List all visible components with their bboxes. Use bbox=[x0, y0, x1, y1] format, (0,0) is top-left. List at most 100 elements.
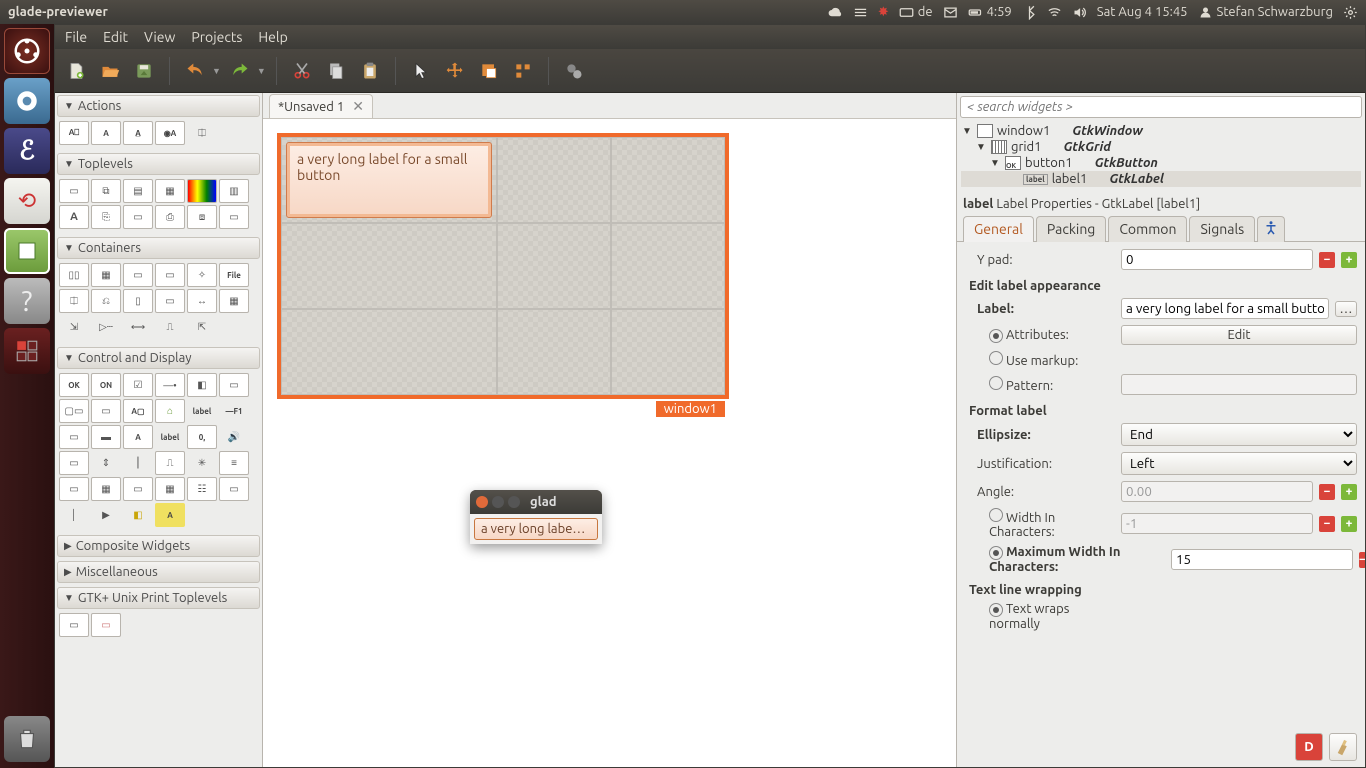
palette-item[interactable]: ON bbox=[91, 373, 121, 397]
cut-button[interactable] bbox=[287, 56, 317, 86]
bluetooth-indicator[interactable] bbox=[1022, 5, 1037, 20]
ypad-field[interactable] bbox=[1121, 249, 1313, 270]
palette-item[interactable]: ◧ bbox=[123, 503, 153, 527]
plus-icon[interactable]: + bbox=[1341, 516, 1357, 532]
open-button[interactable] bbox=[95, 56, 125, 86]
save-button[interactable] bbox=[129, 56, 159, 86]
palette-item[interactable]: ⎘ bbox=[91, 205, 121, 229]
session-indicator[interactable]: Stefan Schwarzburg bbox=[1198, 5, 1333, 20]
menu-file[interactable]: File bbox=[65, 29, 87, 45]
palette-item[interactable]: ▭ bbox=[155, 289, 185, 313]
palette-item[interactable]: ▯▯ bbox=[59, 263, 89, 287]
minimize-icon[interactable] bbox=[492, 496, 504, 508]
palette-item[interactable]: ⇕ bbox=[91, 451, 121, 475]
grid-cell[interactable]: a very long label for a small button bbox=[281, 137, 497, 223]
close-icon[interactable]: ✕ bbox=[352, 98, 364, 115]
angle-field[interactable] bbox=[1121, 481, 1313, 502]
palette-item[interactable]: ▭ bbox=[123, 205, 153, 229]
palette-item[interactable]: ▭ bbox=[91, 613, 121, 637]
undo-button[interactable] bbox=[180, 56, 210, 86]
palette-item[interactable]: ▦ bbox=[155, 477, 185, 501]
palette-item[interactable]: A bbox=[59, 205, 89, 229]
palette-item[interactable]: ▦ bbox=[91, 263, 121, 287]
grid-cell[interactable] bbox=[611, 137, 725, 223]
palette-gtkprint-header[interactable]: ▼GTK+ Unix Print Toplevels bbox=[57, 587, 260, 609]
palette-item[interactable]: ▬ bbox=[91, 425, 121, 449]
wifi-indicator[interactable] bbox=[1047, 5, 1062, 20]
palette-item[interactable]: ↔ bbox=[187, 289, 217, 313]
palette-actions-header[interactable]: ▼Actions bbox=[57, 95, 260, 117]
copy-button[interactable] bbox=[321, 56, 351, 86]
radio-max-width[interactable] bbox=[989, 546, 1003, 560]
clock[interactable]: Sat Aug 4 15:45 bbox=[1097, 5, 1188, 19]
launcher-trash[interactable] bbox=[4, 716, 50, 762]
palette-item[interactable]: ⧉ bbox=[91, 179, 121, 203]
grid-cell[interactable] bbox=[281, 309, 497, 395]
palette-item[interactable]: ✳ bbox=[187, 451, 217, 475]
clear-button[interactable] bbox=[1329, 733, 1357, 761]
keyboard-indicator[interactable]: de bbox=[899, 5, 933, 20]
palette-item[interactable]: File bbox=[219, 263, 249, 287]
paste-button[interactable] bbox=[355, 56, 385, 86]
palette-item[interactable]: OK bbox=[59, 373, 89, 397]
tab-common[interactable]: Common bbox=[1108, 216, 1187, 242]
minus-icon[interactable]: − bbox=[1319, 516, 1335, 532]
launcher-help[interactable]: ? bbox=[4, 278, 50, 324]
menu-view[interactable]: View bbox=[144, 29, 175, 45]
palette-item[interactable]: ▶ bbox=[91, 503, 121, 527]
palette-item[interactable]: ▭ bbox=[59, 425, 89, 449]
palette-item[interactable]: ◧ bbox=[187, 373, 217, 397]
palette-item[interactable]: │ bbox=[59, 503, 89, 527]
menu-projects[interactable]: Projects bbox=[191, 29, 242, 45]
palette-item[interactable]: ▭ bbox=[219, 477, 249, 501]
mail-indicator[interactable] bbox=[943, 5, 958, 20]
palette-composite-header[interactable]: ▶Composite Widgets bbox=[57, 535, 260, 557]
cloud-indicator[interactable] bbox=[828, 5, 843, 20]
launcher-emacs[interactable]: ℰ bbox=[4, 128, 50, 174]
ellipsize-field[interactable]: End bbox=[1121, 423, 1357, 446]
grid-cell[interactable] bbox=[497, 137, 611, 223]
palette-item[interactable]: ▯ bbox=[123, 289, 153, 313]
tree-selected-row[interactable]: label label1 GtkLabel bbox=[961, 171, 1361, 187]
palette-item[interactable]: ◉A bbox=[155, 121, 185, 145]
palette-item[interactable]: ☑ bbox=[123, 373, 153, 397]
tab-a11y[interactable] bbox=[1257, 216, 1285, 242]
max-width-field[interactable] bbox=[1171, 549, 1353, 570]
palette-containers-header[interactable]: ▼Containers bbox=[57, 237, 260, 259]
minus-icon[interactable]: − bbox=[1319, 252, 1335, 268]
menu-indicator[interactable] bbox=[853, 5, 868, 20]
designer-button[interactable]: a very long label for a small button bbox=[286, 142, 492, 218]
designer-window[interactable]: a very long label for a small button win… bbox=[277, 133, 729, 399]
grid-cell[interactable] bbox=[497, 223, 611, 309]
palette-toplevels-header[interactable]: ▼Toplevels bbox=[57, 153, 260, 175]
palette-item[interactable]: ⇲ bbox=[59, 315, 89, 339]
radio-width-chars[interactable] bbox=[989, 508, 1003, 522]
palette-item[interactable]: A̲ bbox=[123, 121, 153, 145]
widget-tree[interactable]: ▼ window1 GtkWindow ▼ grid1 GtkGrid ▼OK … bbox=[957, 121, 1365, 193]
plus-icon[interactable]: + bbox=[1341, 252, 1357, 268]
justification-field[interactable]: Left bbox=[1121, 452, 1357, 475]
palette-item[interactable]: ⌂ bbox=[155, 399, 185, 423]
grid-cell[interactable] bbox=[611, 223, 725, 309]
battery-indicator[interactable]: 4:59 bbox=[968, 5, 1012, 20]
palette-item[interactable]: ▦ bbox=[91, 477, 121, 501]
menu-help[interactable]: Help bbox=[258, 29, 287, 45]
palette-item[interactable]: A bbox=[91, 121, 121, 145]
launcher-chromium[interactable] bbox=[4, 78, 50, 124]
drag-tool[interactable] bbox=[440, 56, 470, 86]
close-icon[interactable] bbox=[476, 496, 488, 508]
palette-item[interactable]: —• bbox=[155, 373, 185, 397]
volume-indicator[interactable] bbox=[1072, 5, 1087, 20]
palette-item[interactable]: ⎅ bbox=[187, 121, 217, 145]
palette-item[interactable]: ⟷ bbox=[123, 315, 153, 339]
palette-item[interactable]: ⇱ bbox=[187, 315, 217, 339]
grid-cell[interactable] bbox=[497, 309, 611, 395]
new-button[interactable] bbox=[61, 56, 91, 86]
preferences-button[interactable] bbox=[559, 56, 589, 86]
palette-item[interactable]: label bbox=[187, 399, 217, 423]
palette-item[interactable]: A bbox=[123, 425, 153, 449]
palette-item[interactable]: A▢ bbox=[123, 399, 153, 423]
chevron-down-icon[interactable]: ▼ bbox=[257, 66, 266, 76]
chevron-down-icon[interactable]: ▼ bbox=[212, 66, 221, 76]
palette-item[interactable]: ⎮ bbox=[123, 451, 153, 475]
